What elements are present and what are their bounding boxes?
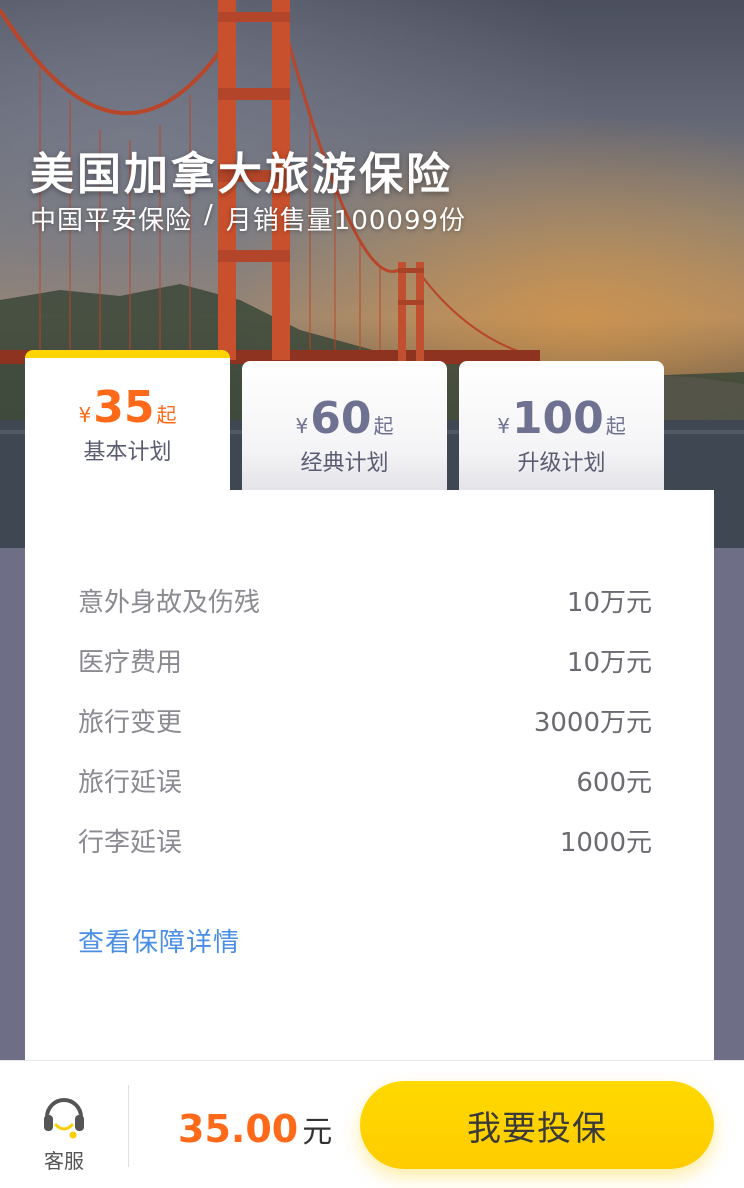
currency-symbol: ¥ <box>497 414 510 438</box>
page-title: 美国加拿大旅游保险 <box>30 149 453 200</box>
coverage-row: 意外身故及伤残 10万元 <box>78 580 652 620</box>
coverage-item: 医疗费用 <box>78 647 183 678</box>
view-coverage-details-link[interactable]: 查看保障详情 <box>78 922 240 959</box>
tab-upgrade-plan[interactable]: ¥ 100 起 升级计划 <box>459 361 664 490</box>
currency-symbol: ¥ <box>78 403 92 427</box>
plan-name: 基本计划 <box>83 440 172 465</box>
coverage-row: 旅行延误 600元 <box>78 760 652 800</box>
coverage-card: 意外身故及伤残 10万元 医疗费用 10万元 旅行变更 3000万元 旅行延误 … <box>25 490 714 1060</box>
price-suffix: 起 <box>605 414 626 438</box>
coverage-row: 医疗费用 10万元 <box>78 640 652 680</box>
currency-symbol: ¥ <box>295 414 309 438</box>
coverage-amount: 3000万元 <box>533 707 652 738</box>
plan-price: ¥ 100 起 <box>459 393 664 444</box>
tab-classic-plan[interactable]: ¥ 60 起 经典计划 <box>242 361 447 490</box>
coverage-amount: 1000元 <box>559 827 652 858</box>
coverage-row: 旅行变更 3000万元 <box>78 700 652 740</box>
plan-price: ¥ 35 起 <box>25 382 230 433</box>
customer-service-label: 客服 <box>44 1149 84 1173</box>
coverage-item: 旅行延误 <box>78 767 183 798</box>
total-price: 35.00 元 <box>178 1107 332 1151</box>
headset-icon <box>44 1098 84 1139</box>
plan-price-amount: 35 <box>93 382 155 433</box>
coverage-item: 旅行变更 <box>78 707 183 738</box>
coverage-amount: 10万元 <box>566 647 652 678</box>
plan-tabs: ¥ 35 起 基本计划 ¥ 60 起 经典计划 ¥ 100 起 升级计划 <box>25 350 665 490</box>
plan-price-amount: 100 <box>511 393 604 444</box>
coverage-item: 意外身故及伤残 <box>78 587 261 618</box>
bar-divider <box>128 1085 129 1167</box>
plan-price: ¥ 60 起 <box>242 393 447 444</box>
plan-name: 升级计划 <box>517 451 606 476</box>
plan-price-amount: 60 <box>310 393 372 444</box>
monthly-sales: 月销售量100099份 <box>225 206 467 236</box>
total-price-unit: 元 <box>302 1115 333 1150</box>
plan-name: 经典计划 <box>300 451 389 476</box>
insurer-name: 中国平安保险 <box>30 206 193 236</box>
product-subtitle: 中国平安保险 / 月销售量100099份 <box>30 200 466 237</box>
customer-service-button[interactable]: 客服 <box>28 1089 100 1173</box>
total-price-amount: 35.00 <box>178 1107 299 1151</box>
price-suffix: 起 <box>373 414 394 438</box>
tab-basic-plan[interactable]: ¥ 35 起 基本计划 <box>25 350 230 490</box>
coverage-row: 行李延误 1000元 <box>78 820 652 860</box>
coverage-item: 行李延误 <box>78 827 183 858</box>
coverage-amount: 600元 <box>576 767 652 798</box>
coverage-amount: 10万元 <box>566 587 652 618</box>
subtitle-separator: / <box>204 200 214 230</box>
price-suffix: 起 <box>156 403 177 427</box>
buy-insurance-button[interactable]: 我要投保 <box>360 1081 714 1169</box>
bottom-action-bar: 客服 35.00 元 我要投保 <box>0 1060 744 1188</box>
